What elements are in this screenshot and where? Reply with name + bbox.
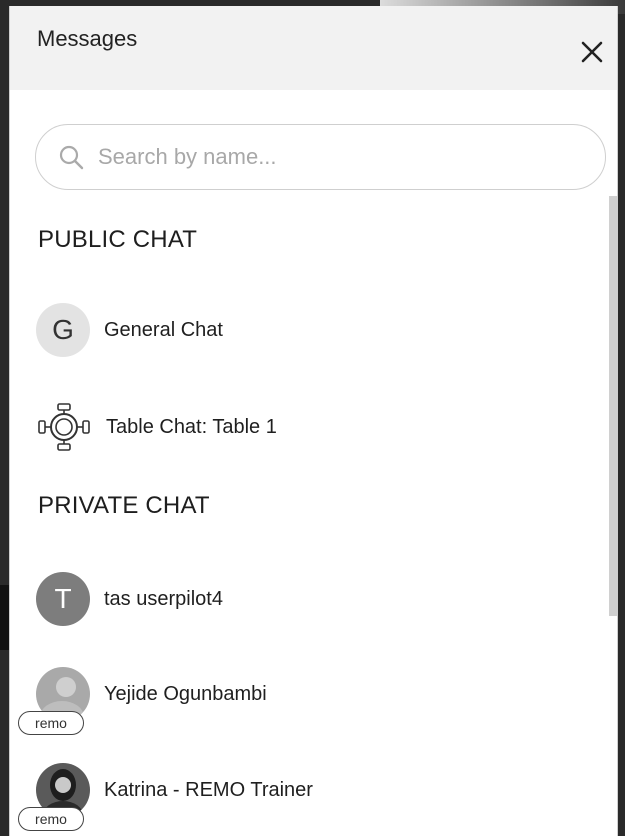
panel-title: Messages bbox=[37, 26, 138, 51]
chat-item-general[interactable]: G General Chat bbox=[36, 300, 596, 360]
public-chat-heading: PUBLIC CHAT bbox=[38, 226, 198, 253]
chat-item-katrina[interactable]: remo Katrina - REMO Trainer bbox=[18, 760, 596, 831]
table-icon bbox=[38, 403, 90, 451]
search-icon bbox=[59, 145, 84, 170]
search-input[interactable] bbox=[96, 143, 540, 171]
avatar: G bbox=[36, 303, 90, 357]
messages-panel: Messages PUBLIC CHAT G General Chat bbox=[9, 6, 618, 836]
remo-badge: remo bbox=[18, 807, 84, 831]
avatar: T bbox=[36, 572, 90, 626]
chat-item-label: tas userpilot4 bbox=[104, 587, 223, 610]
chat-item-yejide[interactable]: remo Yejide Ogunbambi bbox=[18, 664, 596, 735]
chat-item-label: Katrina - REMO Trainer bbox=[104, 778, 313, 801]
chat-item-label: General Chat bbox=[104, 318, 223, 341]
chat-item-label: Table Chat: Table 1 bbox=[106, 415, 277, 438]
private-chat-heading: PRIVATE CHAT bbox=[38, 492, 210, 519]
chat-item-table[interactable]: Table Chat: Table 1 bbox=[36, 397, 596, 457]
chat-item-label: Yejide Ogunbambi bbox=[104, 682, 267, 705]
chat-item-tas[interactable]: T tas userpilot4 bbox=[36, 569, 596, 629]
avatar: remo bbox=[18, 763, 90, 831]
background-window-edge bbox=[0, 585, 9, 650]
close-icon[interactable] bbox=[579, 39, 605, 65]
scrollbar[interactable] bbox=[609, 196, 617, 616]
panel-header: Messages bbox=[10, 6, 617, 90]
search-field[interactable] bbox=[35, 124, 606, 190]
remo-badge: remo bbox=[18, 711, 84, 735]
avatar: remo bbox=[18, 667, 90, 735]
